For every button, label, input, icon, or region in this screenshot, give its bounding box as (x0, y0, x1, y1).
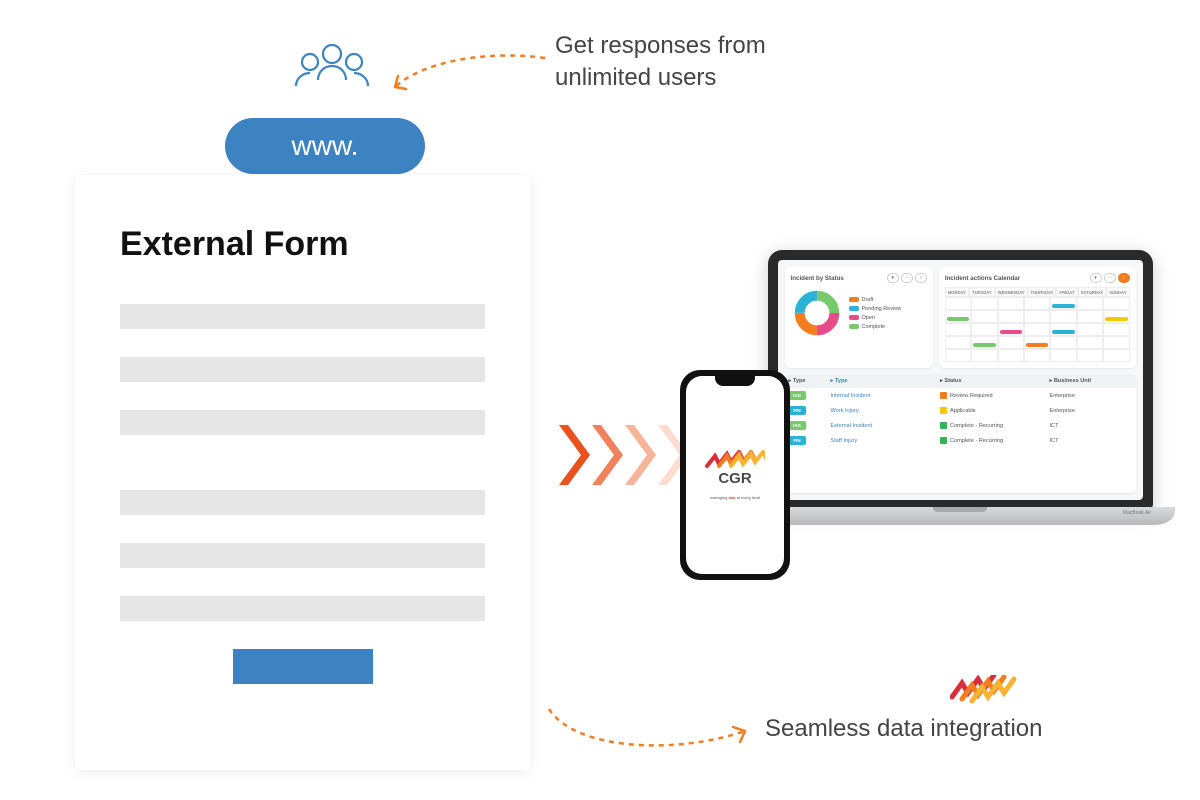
www-label: www. (292, 130, 359, 162)
annotation-unlimited-users: Get responses from unlimited users (555, 30, 766, 95)
dashed-arrow-bottom (545, 705, 755, 760)
donut-chart (791, 287, 843, 339)
form-title: External Form (120, 225, 485, 264)
form-field[interactable] (120, 490, 485, 515)
chevron-icon (623, 425, 656, 485)
table-row[interactable]: FINWork InjuryApplicableEnterprise (785, 403, 1136, 418)
card-incident-table: ▸ Type ▸ Type ▸ Status ▸ Business Unit I… (785, 374, 1136, 493)
card-incident-calendar: Incident actions Calendar ▾ ⋯ › MONDAYTU… (939, 267, 1136, 368)
status-legend: Draft Pending Review Open Complete (849, 297, 902, 330)
brand-zigzag-icon (950, 675, 1035, 705)
submit-button[interactable] (233, 649, 373, 684)
svg-text:CGR: CGR (718, 470, 752, 487)
menu-icon[interactable]: ⋯ (901, 273, 913, 283)
more-icon[interactable]: › (915, 273, 927, 283)
table-row[interactable]: FINStaff InjuryComplete - RecurringICT (785, 433, 1136, 448)
card-incident-status: Incident by Status ▾ ⋯ › (785, 267, 933, 368)
chevron-icon (557, 425, 590, 485)
form-field[interactable] (120, 357, 485, 382)
phone-device: CGR managing risk at every level (680, 370, 790, 580)
users-icon (290, 38, 375, 108)
annotation-integration: Seamless data integration (765, 715, 1043, 743)
external-form-card: External Form (75, 175, 530, 770)
form-field[interactable] (120, 596, 485, 621)
laptop-base: MacBook Air (745, 507, 1175, 525)
laptop-device: Incident by Status ▾ ⋯ › (745, 250, 1175, 555)
funnel-icon[interactable]: ▾ (887, 273, 899, 283)
laptop-brand: MacBook Air (1123, 510, 1151, 516)
chevron-icon (590, 425, 623, 485)
www-pill: www. (225, 118, 425, 174)
card-controls: ▾ ⋯ › (887, 273, 927, 283)
phone-notch (715, 376, 755, 386)
brand-logo: CGR managing risk at every level (705, 450, 765, 500)
form-field[interactable] (120, 304, 485, 329)
calendar-grid: MONDAYTUESDAYWEDNESDAYTHURSDAYFRIDAYSATU… (945, 287, 1130, 362)
card-title: Incident by Status (791, 275, 844, 282)
flow-chevrons (557, 425, 689, 485)
dashboard-screen: Incident by Status ▾ ⋯ › (778, 260, 1143, 500)
card-title: Incident actions Calendar (945, 275, 1020, 282)
table-row[interactable]: IAGExternal IncidentComplete - Recurring… (785, 418, 1136, 433)
expand-icon[interactable]: › (1118, 273, 1130, 283)
funnel-icon[interactable]: ▾ (1090, 273, 1102, 283)
table-row[interactable]: IAGInternal IncidentReview RequiredEnter… (785, 388, 1136, 403)
dashed-arrow-top (387, 53, 547, 98)
form-field[interactable] (120, 543, 485, 568)
form-field[interactable] (120, 410, 485, 435)
menu-icon[interactable]: ⋯ (1104, 273, 1116, 283)
